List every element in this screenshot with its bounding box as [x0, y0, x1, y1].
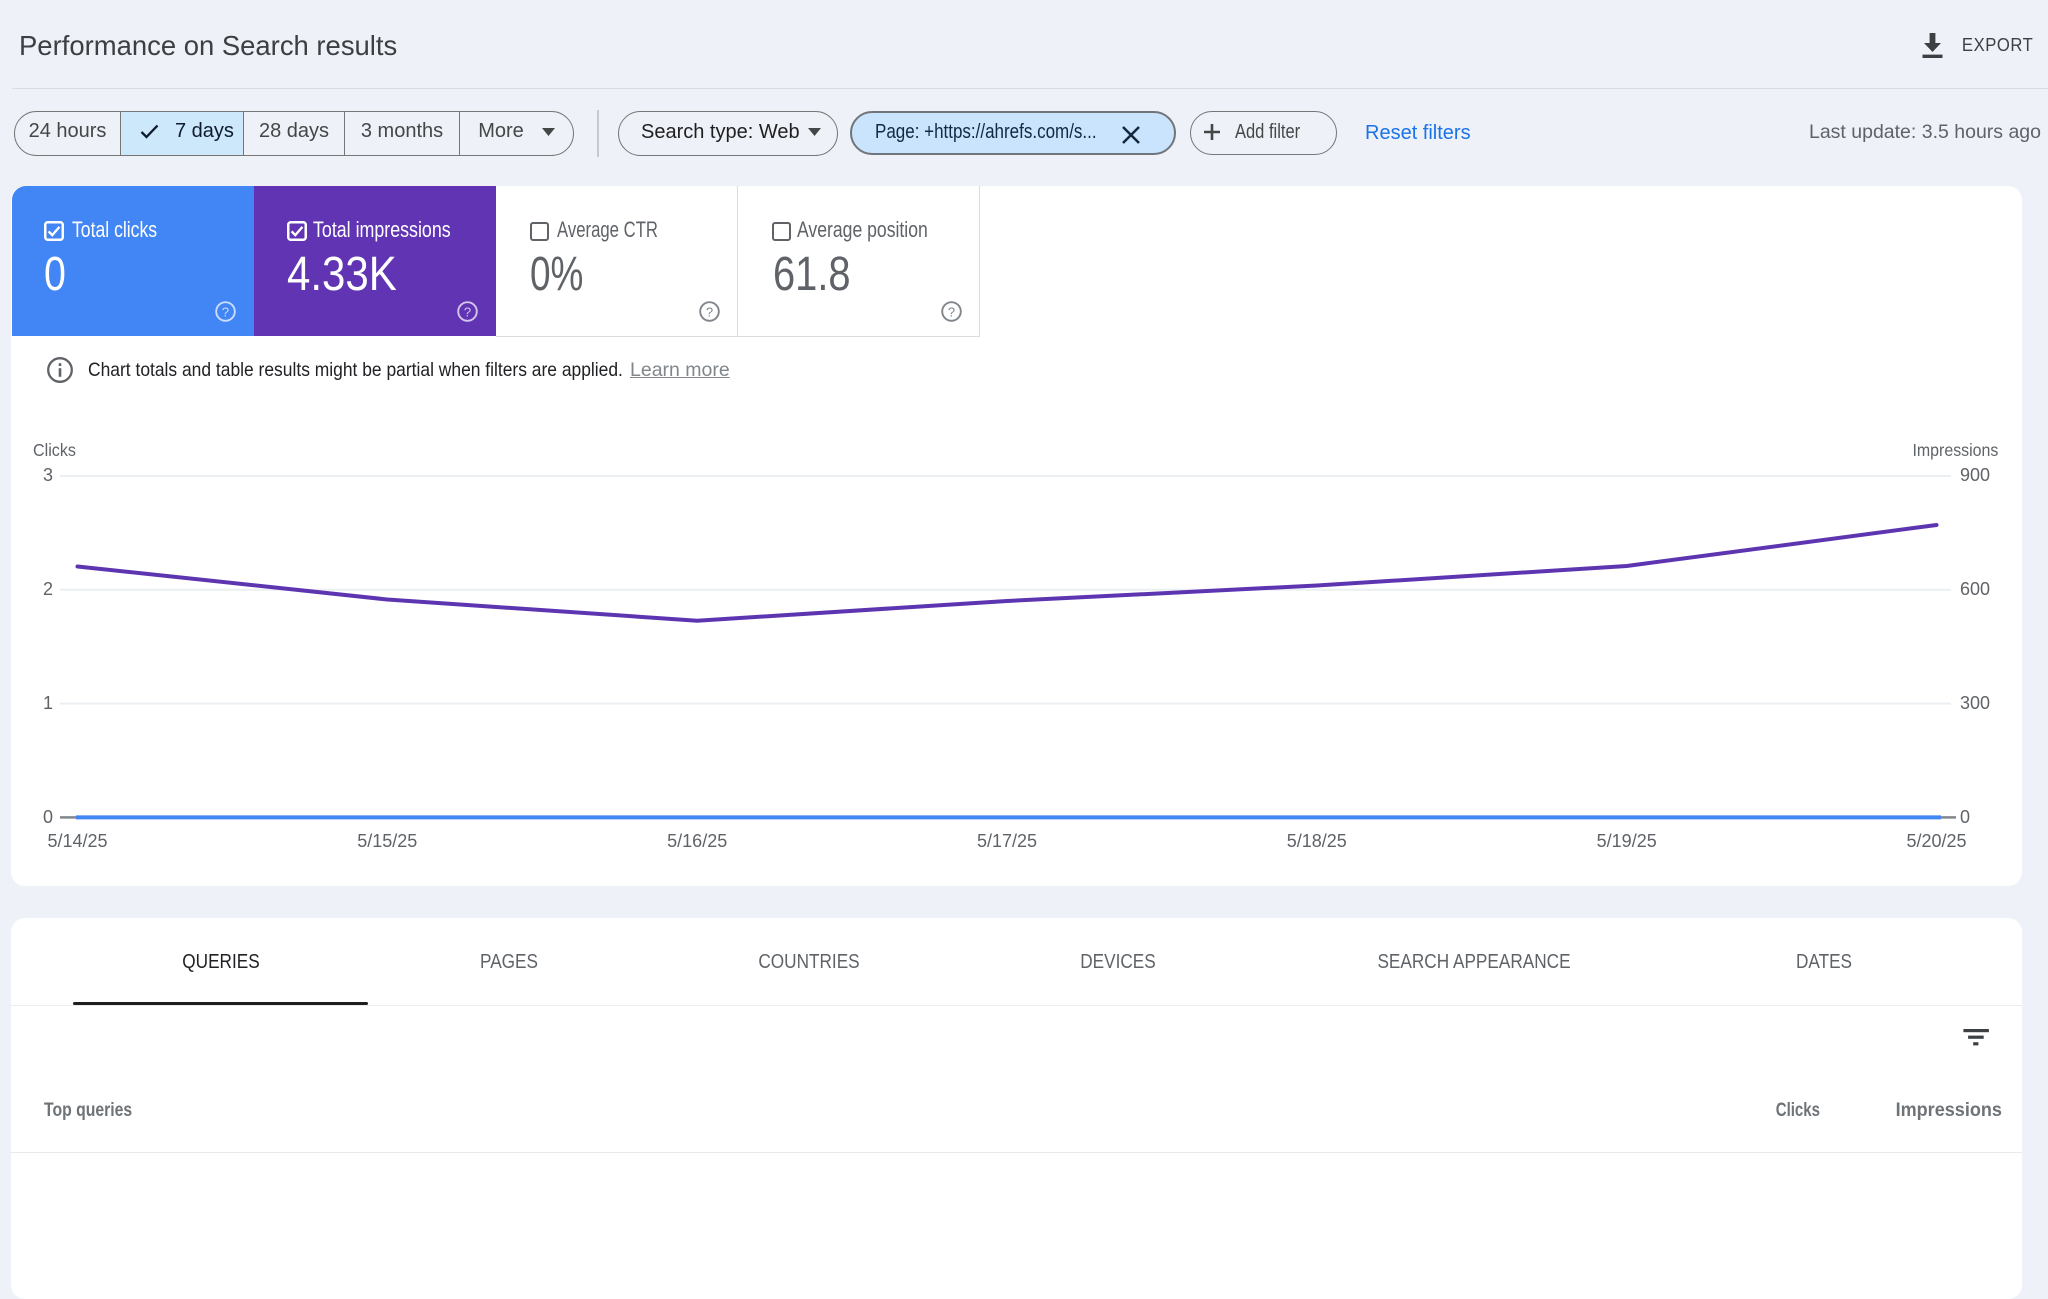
svg-text:?: ?: [464, 304, 471, 319]
svg-text:?: ?: [222, 304, 229, 319]
svg-text:?: ?: [947, 304, 954, 319]
svg-text:?: ?: [705, 304, 712, 319]
